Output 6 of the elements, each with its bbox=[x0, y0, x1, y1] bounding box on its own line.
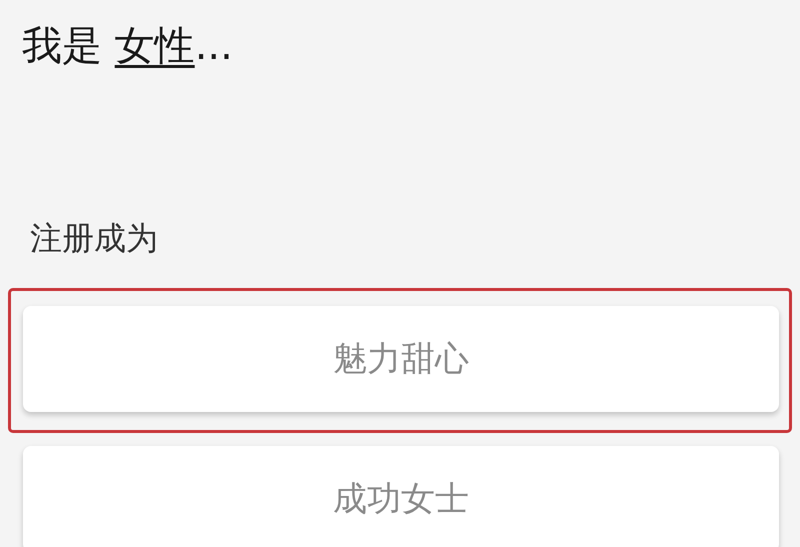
option-button[interactable]: 成功女士 bbox=[23, 446, 779, 547]
ellipsis-text: ... bbox=[194, 23, 233, 69]
heading-text: 我是 bbox=[22, 23, 103, 69]
gender-choice[interactable]: 女性 bbox=[114, 23, 195, 69]
register-label: 注册成为 bbox=[30, 218, 159, 259]
option-button[interactable]: 魅力甜心 bbox=[23, 306, 779, 412]
